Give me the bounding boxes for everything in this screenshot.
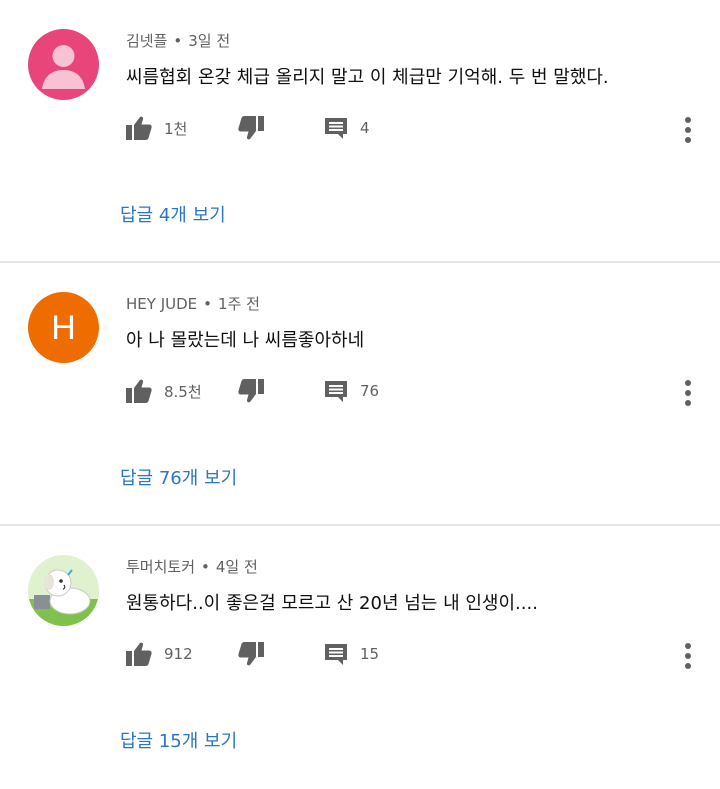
svg-text:H: H — [51, 309, 76, 347]
more-vert-icon — [685, 380, 691, 406]
thumb-down-icon — [238, 379, 264, 403]
avatar[interactable] — [28, 555, 99, 626]
avatar[interactable]: H — [28, 292, 99, 363]
comment-icon — [325, 118, 347, 139]
thumb-up-icon — [126, 642, 152, 666]
like-count: 8.5천 — [164, 382, 202, 401]
avatar[interactable] — [28, 29, 99, 100]
comment-actions: 912 15 — [0, 638, 720, 670]
comment-meta: HEY JUDE • 1주 전 — [126, 293, 260, 314]
comment-item: 투머치토커 • 4일 전 원통하다..이 좋은걸 모르고 산 20년 넘는 내 인생… — [0, 526, 720, 789]
comment-actions: 8.5천 76 — [0, 375, 720, 407]
comment-actions: 1천 4 — [0, 112, 720, 144]
thumb-up-icon — [126, 116, 152, 140]
more-options-button[interactable] — [680, 116, 696, 144]
reply-button[interactable]: 76 — [324, 375, 379, 407]
thumb-up-icon — [126, 379, 152, 403]
meta-separator: • — [173, 32, 183, 50]
reply-count: 76 — [360, 382, 380, 400]
dislike-button[interactable] — [238, 375, 264, 407]
thumb-down-icon — [238, 116, 264, 140]
author-name[interactable]: 김넷플 — [126, 32, 167, 50]
thumb-down-icon — [238, 642, 264, 666]
meta-separator: • — [201, 558, 210, 576]
comment-meta: 투머치토커 • 4일 전 — [126, 556, 258, 577]
comment-text: 원통하다..이 좋은걸 모르고 산 20년 넘는 내 인생이.... — [126, 593, 538, 614]
reply-count: 4 — [360, 119, 370, 137]
like-button[interactable]: 912 — [126, 638, 193, 670]
more-options-button[interactable] — [680, 642, 696, 670]
like-count: 1천 — [164, 119, 188, 138]
default-person-avatar-icon — [28, 29, 99, 100]
comment-meta: 김넷플 • 3일 전 — [126, 30, 230, 51]
view-replies-link[interactable]: 답글 15개 보기 — [120, 727, 237, 753]
view-replies-link[interactable]: 답글 76개 보기 — [120, 464, 237, 490]
author-name[interactable]: HEY JUDE — [126, 295, 197, 313]
comment-icon — [325, 644, 347, 665]
comment-item: 김넷플 • 3일 전 씨름협회 온갖 체급 올리지 말고 이 체급만 기억해. 두 … — [0, 0, 720, 263]
comment-time[interactable]: 3일 전 — [188, 32, 230, 50]
like-button[interactable]: 8.5천 — [126, 375, 202, 407]
dislike-button[interactable] — [238, 112, 264, 144]
reply-count: 15 — [360, 645, 380, 663]
letter-h-avatar-icon: H — [28, 292, 99, 363]
comment-icon — [325, 381, 347, 402]
view-replies-link[interactable]: 답글 4개 보기 — [120, 201, 226, 227]
more-options-button[interactable] — [680, 379, 696, 407]
reply-button[interactable]: 15 — [324, 638, 379, 670]
like-count: 912 — [164, 645, 193, 663]
comment-item: H HEY JUDE • 1주 전 아 나 몰랐는데 나 씨름좋아하네 8.5천 — [0, 263, 720, 526]
comment-text: 아 나 몰랐는데 나 씨름좋아하네 — [126, 330, 365, 351]
comment-time[interactable]: 4일 전 — [216, 558, 258, 576]
meta-separator: • — [203, 295, 212, 313]
dislike-button[interactable] — [238, 638, 264, 670]
more-vert-icon — [685, 117, 691, 143]
comment-text: 씨름협회 온갖 체급 올리지 말고 이 체급만 기억해. 두 번 말했다. — [126, 67, 609, 88]
author-name[interactable]: 투머치토커 — [126, 558, 195, 576]
more-vert-icon — [685, 643, 691, 669]
reply-button[interactable]: 4 — [324, 112, 370, 144]
comment-time[interactable]: 1주 전 — [218, 295, 260, 313]
like-button[interactable]: 1천 — [126, 112, 187, 144]
cartoon-dog-avatar-icon — [28, 555, 99, 626]
